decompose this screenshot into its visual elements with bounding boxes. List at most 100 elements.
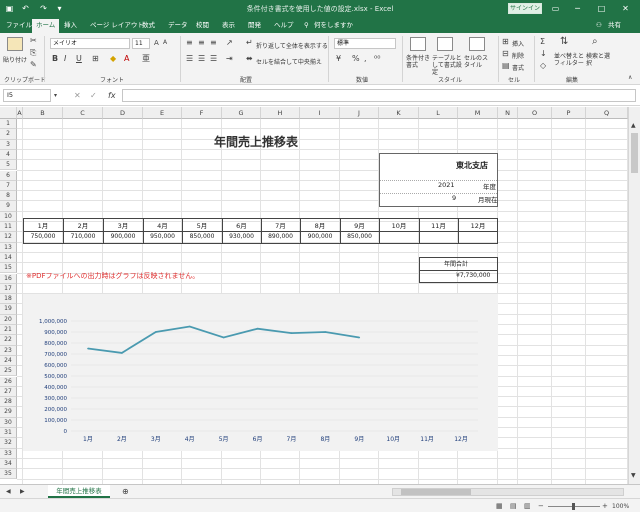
horizontal-scrollbar[interactable] xyxy=(392,488,624,496)
sort-filter-icon[interactable]: ⇅ xyxy=(560,37,568,47)
delete-cells-button[interactable]: 削除 xyxy=(512,51,524,60)
insert-function-icon[interactable]: fx xyxy=(108,91,116,101)
row-header-3[interactable]: 3 xyxy=(0,139,17,150)
column-header-n[interactable]: N xyxy=(498,107,518,119)
tab-insert[interactable]: 挿入 xyxy=(60,19,81,33)
row-header-8[interactable]: 8 xyxy=(0,191,17,202)
row-header-6[interactable]: 6 xyxy=(0,170,17,181)
tab-file[interactable]: ファイル xyxy=(2,19,36,33)
row-header-23[interactable]: 23 xyxy=(0,345,17,356)
row-header-9[interactable]: 9 xyxy=(0,201,17,212)
formula-input[interactable] xyxy=(122,89,636,102)
tab-review[interactable]: 校閲 xyxy=(192,19,213,33)
cut-icon[interactable]: ✂ xyxy=(30,36,37,46)
column-header-e[interactable]: E xyxy=(143,107,182,119)
font-name-select[interactable]: メイリオ xyxy=(50,38,130,49)
column-header-j[interactable]: J xyxy=(340,107,379,119)
add-sheet-icon[interactable]: ⊕ xyxy=(122,487,129,497)
row-header-13[interactable]: 13 xyxy=(0,242,17,253)
row-header-22[interactable]: 22 xyxy=(0,335,17,346)
sheet-tab-active[interactable]: 年間売上推移表 xyxy=(48,485,110,498)
row-header-11[interactable]: 11 xyxy=(0,222,17,233)
merge-center-button[interactable]: セルを結合して中央揃え xyxy=(256,57,322,66)
column-header-p[interactable]: P xyxy=(552,107,586,119)
format-cells-icon[interactable]: ▤ xyxy=(502,61,510,71)
page-break-view-icon[interactable]: ▥ xyxy=(524,501,531,511)
scroll-up-icon[interactable]: ▲ xyxy=(631,121,636,131)
column-header-c[interactable]: C xyxy=(63,107,103,119)
percent-icon[interactable]: % xyxy=(352,54,360,64)
column-header-k[interactable]: K xyxy=(379,107,419,119)
zoom-level[interactable]: 100% xyxy=(612,502,629,512)
row-header-15[interactable]: 15 xyxy=(0,263,17,274)
underline-icon[interactable]: U xyxy=(76,54,82,64)
row-header-28[interactable]: 28 xyxy=(0,397,17,408)
align-bottom-icon[interactable]: ≡ xyxy=(210,38,217,48)
indent-icon[interactable]: ⇥ xyxy=(226,54,233,64)
zoom-out-icon[interactable]: − xyxy=(538,501,544,511)
align-top-icon[interactable]: ≡ xyxy=(186,38,193,48)
increase-font-icon[interactable]: A xyxy=(154,38,159,48)
row-header-10[interactable]: 10 xyxy=(0,211,17,222)
tab-data[interactable]: データ xyxy=(164,19,192,33)
row-header-34[interactable]: 34 xyxy=(0,458,17,470)
bold-icon[interactable]: B xyxy=(52,54,58,64)
column-header-g[interactable]: G xyxy=(222,107,261,119)
border-icon[interactable]: ⊞ xyxy=(92,54,99,64)
format-cells-button[interactable]: 書式 xyxy=(512,63,524,72)
column-header-q[interactable]: Q xyxy=(586,107,628,119)
column-header-h[interactable]: H xyxy=(261,107,300,119)
cancel-icon[interactable]: ✕ xyxy=(74,91,81,101)
vertical-scrollbar[interactable]: ▲ ▼ xyxy=(628,107,640,484)
find-select-button[interactable]: 検索と選択 xyxy=(586,53,610,67)
format-painter-icon[interactable]: ✎ xyxy=(30,60,37,70)
font-color-icon[interactable]: A xyxy=(124,54,129,64)
tab-formulas[interactable]: 数式 xyxy=(138,19,159,33)
row-header-5[interactable]: 5 xyxy=(0,160,17,171)
phonetic-icon[interactable]: 亜 xyxy=(142,54,150,64)
column-header-l[interactable]: L xyxy=(419,107,458,119)
column-header-i[interactable]: I xyxy=(300,107,340,119)
align-middle-icon[interactable]: ≡ xyxy=(198,38,205,48)
tell-me-box[interactable]: 何をしますか xyxy=(310,19,357,33)
column-header-f[interactable]: F xyxy=(182,107,222,119)
italic-icon[interactable]: I xyxy=(64,54,66,64)
wrap-text-icon[interactable]: ↵ xyxy=(246,38,253,48)
font-size-select[interactable]: 11 xyxy=(132,38,150,49)
row-header-14[interactable]: 14 xyxy=(0,252,17,264)
tab-help[interactable]: ヘルプ xyxy=(270,19,298,33)
tab-view[interactable]: 表示 xyxy=(218,19,239,33)
name-box[interactable]: I5 xyxy=(3,89,51,102)
column-header-o[interactable]: O xyxy=(518,107,552,119)
row-header-26[interactable]: 26 xyxy=(0,376,17,387)
row-header-24[interactable]: 24 xyxy=(0,355,17,367)
row-header-4[interactable]: 4 xyxy=(0,149,17,161)
name-box-dropdown-icon[interactable]: ▾ xyxy=(54,91,57,101)
column-header-b[interactable]: B xyxy=(23,107,63,119)
row-header-30[interactable]: 30 xyxy=(0,417,17,428)
row-header-33[interactable]: 33 xyxy=(0,448,17,459)
enter-icon[interactable]: ✓ xyxy=(90,91,97,101)
normal-view-icon[interactable]: ▦ xyxy=(496,501,503,511)
prev-sheet-icon[interactable]: ◀ xyxy=(6,487,11,497)
insert-cells-button[interactable]: 挿入 xyxy=(512,39,524,48)
row-header-1[interactable]: 1 xyxy=(0,119,17,130)
align-center-icon[interactable]: ☰ xyxy=(198,54,205,64)
merge-icon[interactable]: ⬌ xyxy=(246,54,253,64)
row-header-27[interactable]: 27 xyxy=(0,386,17,398)
signin-button[interactable]: サインイン xyxy=(508,3,542,14)
insert-cells-icon[interactable]: ⊞ xyxy=(502,37,509,47)
align-right-icon[interactable]: ☰ xyxy=(210,54,217,64)
row-header-17[interactable]: 17 xyxy=(0,283,17,295)
sales-chart[interactable]: 0 100,000 200,000 300,000 400,000 500,000 600,… xyxy=(23,294,498,451)
worksheet-grid[interactable]: ABCDEFGHIJKLMNOPQ 1 2 3 4 5 6 7 8 9 10 11 12 13 14 15 1… xyxy=(0,107,628,484)
fill-color-icon[interactable]: ◆ xyxy=(110,54,116,64)
sort-filter-button[interactable]: 並べ替えとフィルター xyxy=(554,53,584,67)
collapse-ribbon-icon[interactable]: ∧ xyxy=(628,73,632,83)
column-header-m[interactable]: M xyxy=(458,107,498,119)
restore-icon[interactable]: □ xyxy=(596,3,607,14)
horizontal-scroll-thumb[interactable] xyxy=(401,489,471,495)
zoom-slider-thumb[interactable] xyxy=(572,503,575,510)
row-header-2[interactable]: 2 xyxy=(0,129,17,140)
copy-icon[interactable]: ⎘ xyxy=(30,48,36,58)
